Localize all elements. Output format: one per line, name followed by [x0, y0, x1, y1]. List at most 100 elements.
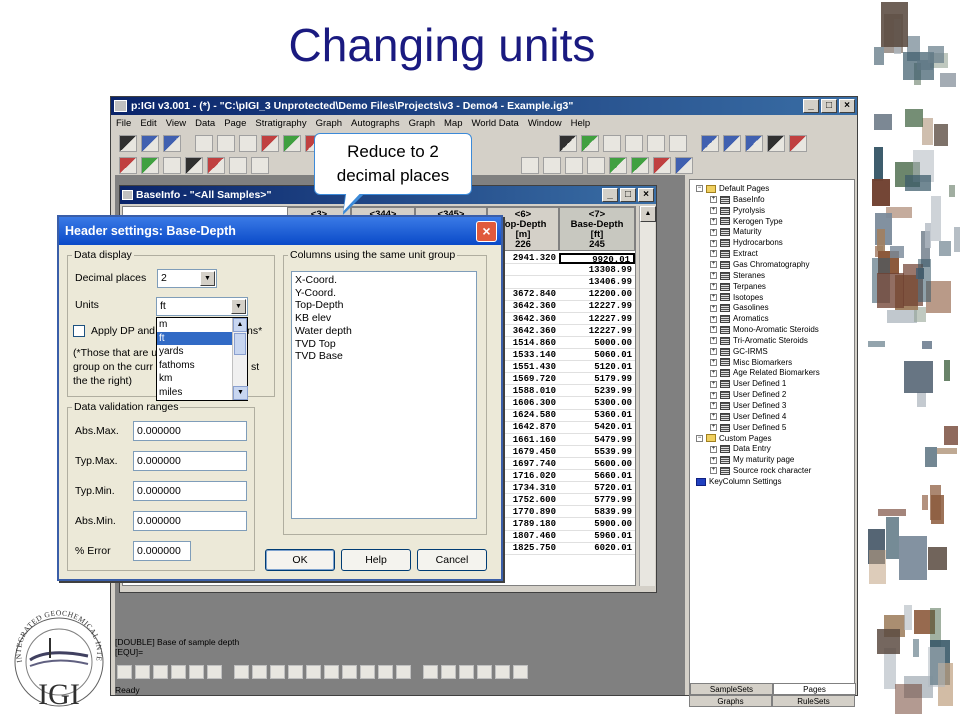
expand-icon[interactable]: +: [710, 445, 717, 453]
toolbar-button[interactable]: [342, 665, 357, 679]
menu-view[interactable]: View: [166, 115, 186, 132]
toolbar-button[interactable]: [207, 156, 225, 174]
scroll-up-icon[interactable]: ▲: [233, 318, 247, 332]
expand-icon[interactable]: +: [710, 467, 717, 475]
tree-item[interactable]: + Isotopes: [710, 293, 763, 303]
close-button[interactable]: ×: [839, 99, 855, 113]
toolbar-button[interactable]: [117, 665, 132, 679]
toolbar-button[interactable]: [789, 134, 807, 152]
toolbar-button[interactable]: [234, 665, 249, 679]
expand-icon[interactable]: +: [710, 380, 717, 388]
menu-graph[interactable]: Graph: [316, 115, 342, 132]
cell-base-depth[interactable]: 5779.99: [559, 495, 635, 507]
expand-icon[interactable]: +: [710, 261, 717, 269]
tree-item[interactable]: + Tri-Aromatic Steroids: [710, 336, 808, 346]
tab-samplesets[interactable]: SampleSets: [690, 683, 773, 695]
toolbar-button[interactable]: [283, 134, 301, 152]
toolbar-button[interactable]: [171, 665, 186, 679]
expand-icon[interactable]: +: [710, 239, 717, 247]
tree-item[interactable]: + Pyrolysis: [710, 206, 765, 216]
menu-stratigraphy[interactable]: Stratigraphy: [255, 115, 306, 132]
ok-button[interactable]: OK: [265, 549, 335, 571]
cell-base-depth[interactable]: 5539.99: [559, 447, 635, 458]
cell-base-depth[interactable]: 5360.01: [559, 410, 635, 422]
collapse-icon[interactable]: −: [696, 434, 703, 442]
error-input[interactable]: 0.000000: [133, 541, 191, 561]
menu-file[interactable]: File: [116, 115, 131, 132]
tab-graphs[interactable]: Graphs: [689, 695, 772, 707]
toolbar-button[interactable]: [767, 134, 785, 152]
cell-base-depth[interactable]: 13308.99: [559, 265, 635, 277]
baseinfo-maximize-button[interactable]: □: [620, 188, 636, 202]
scroll-thumb[interactable]: [234, 333, 246, 355]
toolbar-button[interactable]: [647, 134, 665, 152]
toolbar-button[interactable]: [189, 665, 204, 679]
expand-icon[interactable]: +: [710, 228, 717, 236]
menu-world-data[interactable]: World Data: [472, 115, 519, 132]
cell-base-depth[interactable]: 5000.00: [559, 338, 635, 350]
menu-graph-2[interactable]: Graph: [409, 115, 435, 132]
column-header-base-depth[interactable]: <7> Base-Depth [ft] 245: [559, 207, 635, 251]
tree-item[interactable]: + Gas Chromatography: [710, 260, 809, 270]
dialog-close-button[interactable]: ×: [476, 221, 497, 242]
cell-base-depth[interactable]: 5839.99: [559, 507, 635, 519]
toolbar-button[interactable]: [141, 134, 159, 152]
cell-base-depth[interactable]: 13406.99: [559, 277, 635, 289]
toolbar-button[interactable]: [119, 134, 137, 152]
cell-base-depth[interactable]: 5600.00: [559, 459, 635, 471]
tree-item[interactable]: + User Defined 4: [710, 412, 786, 422]
expand-icon[interactable]: +: [710, 250, 717, 258]
toolbar-button[interactable]: [587, 156, 605, 174]
toolbar-button[interactable]: [378, 665, 393, 679]
tab-pages[interactable]: Pages: [773, 683, 856, 695]
toolbar-button[interactable]: [153, 665, 168, 679]
toolbar-button[interactable]: [675, 156, 693, 174]
units-select[interactable]: ft ▼: [156, 297, 248, 316]
cell-base-depth[interactable]: 5239.99: [559, 386, 635, 398]
tree-item[interactable]: − Default Pages: [696, 184, 769, 194]
decimal-places-select[interactable]: 2 ▼: [157, 269, 217, 288]
toolbar-button[interactable]: [252, 665, 267, 679]
tree-item[interactable]: + User Defined 2: [710, 390, 786, 400]
toolbar-button[interactable]: [306, 665, 321, 679]
menu-data[interactable]: Data: [195, 115, 215, 132]
cell-base-depth[interactable]: 12200.00: [559, 289, 635, 301]
cell-base-depth[interactable]: 5420.01: [559, 422, 635, 434]
toolbar-button[interactable]: [477, 665, 492, 679]
menu-map[interactable]: Map: [444, 115, 462, 132]
toolbar-button[interactable]: [669, 134, 687, 152]
toolbar-button[interactable]: [559, 134, 577, 152]
tree-item[interactable]: + Aromatics: [710, 314, 769, 324]
tree-item[interactable]: + Terpanes: [710, 282, 766, 292]
cell-base-depth[interactable]: 12227.99: [559, 326, 635, 337]
expand-icon[interactable]: +: [710, 424, 717, 432]
toolbar-button[interactable]: [565, 156, 583, 174]
minimize-button[interactable]: _: [803, 99, 819, 113]
cell-base-depth[interactable]: 6020.01: [559, 543, 635, 555]
typ-max-input[interactable]: 0.000000: [133, 451, 247, 471]
toolbar-button[interactable]: [141, 156, 159, 174]
tree-item[interactable]: + My maturity page: [710, 455, 794, 465]
tree-item[interactable]: + Extract: [710, 249, 758, 259]
cancel-button[interactable]: Cancel: [417, 549, 487, 571]
expand-icon[interactable]: +: [710, 283, 717, 291]
tree-item[interactable]: + Kerogen Type: [710, 217, 783, 227]
list-item[interactable]: X-Coord.: [295, 274, 473, 287]
tree-item[interactable]: KeyColumn Settings: [696, 477, 781, 487]
toolbar-button[interactable]: [261, 134, 279, 152]
toolbar-button[interactable]: [270, 665, 285, 679]
cell-base-depth[interactable]: 5120.01: [559, 362, 635, 374]
expand-icon[interactable]: +: [710, 293, 717, 301]
toolbar-button[interactable]: [185, 156, 203, 174]
tree-item[interactable]: + User Defined 5: [710, 423, 786, 433]
toolbar-button[interactable]: [581, 134, 599, 152]
expand-icon[interactable]: +: [710, 326, 717, 334]
cell-base-depth[interactable]: 12227.99: [559, 314, 635, 325]
baseinfo-close-button[interactable]: ×: [638, 188, 654, 202]
menu-window[interactable]: Window: [528, 115, 562, 132]
toolbar-button[interactable]: [723, 134, 741, 152]
expand-icon[interactable]: +: [710, 358, 717, 366]
expand-icon[interactable]: +: [710, 413, 717, 421]
toolbar-button[interactable]: [701, 134, 719, 152]
expand-icon[interactable]: +: [710, 369, 717, 377]
